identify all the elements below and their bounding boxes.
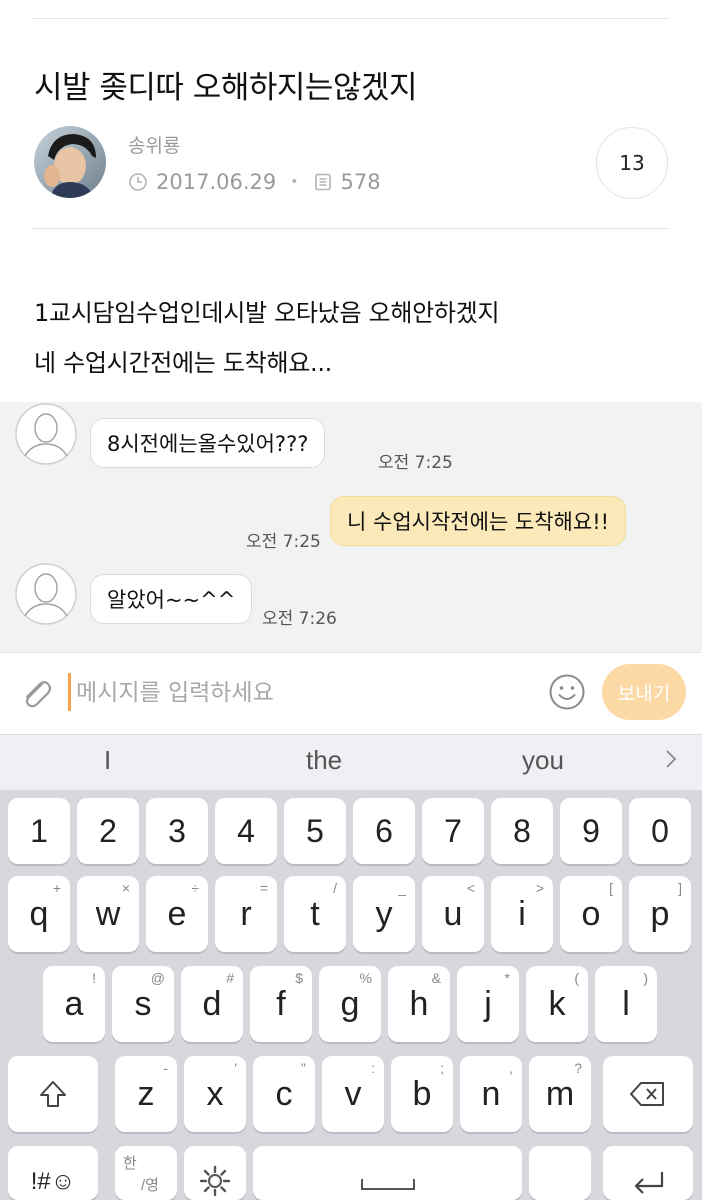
key[interactable]: 0 bbox=[629, 798, 691, 864]
key[interactable]: × w bbox=[77, 876, 139, 952]
message-time: 오전 7:25 bbox=[246, 532, 321, 552]
key[interactable]: (k bbox=[526, 966, 588, 1042]
key[interactable]: 6 bbox=[353, 798, 415, 864]
key[interactable]: % g bbox=[319, 966, 381, 1042]
symbols-key[interactable]: !#☺ bbox=[8, 1146, 98, 1200]
divider bbox=[32, 228, 668, 229]
key[interactable]: [o bbox=[560, 876, 622, 952]
key[interactable]: * j bbox=[457, 966, 519, 1042]
key[interactable]: ' x bbox=[184, 1056, 246, 1132]
post-body-line: 1교시담임수업인데시발 오타났음 오해안하겠지 bbox=[34, 299, 500, 327]
key[interactable]: ; b bbox=[391, 1056, 453, 1132]
author-avatar[interactable] bbox=[34, 126, 106, 198]
key[interactable]: ] p bbox=[629, 876, 691, 952]
key[interactable]: ! a bbox=[43, 966, 105, 1042]
enter-icon bbox=[634, 1172, 664, 1194]
key[interactable]: ,n bbox=[460, 1056, 522, 1132]
key[interactable]: ) l bbox=[595, 966, 657, 1042]
clock-icon bbox=[129, 173, 147, 191]
key[interactable]: _ y bbox=[353, 876, 415, 952]
key[interactable]: 4 bbox=[215, 798, 277, 864]
gear-icon bbox=[199, 1165, 231, 1197]
period-key[interactable] bbox=[529, 1146, 591, 1200]
views-icon bbox=[314, 173, 331, 191]
shift-icon bbox=[40, 1081, 66, 1107]
backspace-key[interactable] bbox=[603, 1056, 693, 1132]
key[interactable]: -z bbox=[115, 1056, 177, 1132]
message-bubble-sent: 니 수업시작전에는 도착해요!! bbox=[330, 496, 627, 546]
key[interactable]: ? m bbox=[529, 1056, 591, 1132]
key[interactable]: ÷ e bbox=[146, 876, 208, 952]
key[interactable]: / t bbox=[284, 876, 346, 952]
language-key[interactable]: 한 /영 bbox=[115, 1146, 177, 1200]
key[interactable]: :v bbox=[322, 1056, 384, 1132]
key[interactable]: < u bbox=[422, 876, 484, 952]
key[interactable]: $ f bbox=[250, 966, 312, 1042]
key[interactable]: + q bbox=[8, 876, 70, 952]
space-key[interactable] bbox=[253, 1146, 522, 1200]
key[interactable]: 7 bbox=[422, 798, 484, 864]
key[interactable]: @ s bbox=[112, 966, 174, 1042]
key[interactable]: 3 bbox=[146, 798, 208, 864]
key[interactable]: = r bbox=[215, 876, 277, 952]
settings-key[interactable] bbox=[184, 1146, 246, 1200]
post-title: 시발 좆디따 오해하지는않겠지 bbox=[34, 70, 417, 106]
key[interactable]: 1 bbox=[8, 798, 70, 864]
view-count: 578 bbox=[340, 170, 381, 194]
contact-avatar-icon[interactable] bbox=[14, 562, 78, 626]
send-button[interactable]: 보내기 bbox=[602, 664, 686, 720]
key[interactable]: 2 bbox=[77, 798, 139, 864]
key[interactable]: > i bbox=[491, 876, 553, 952]
key[interactable]: 8 bbox=[491, 798, 553, 864]
post-body-line: 네 수업시간전에는 도착해요... bbox=[34, 349, 333, 377]
backspace-icon bbox=[630, 1082, 664, 1106]
space-icon bbox=[360, 1179, 415, 1190]
key[interactable]: & h bbox=[388, 966, 450, 1042]
meta-dot: • bbox=[290, 174, 299, 190]
post-view: 시발 좆디따 오해하지는않겠지 송위룡 2017.06.29 • 578 13 … bbox=[0, 0, 702, 402]
chevron-right-icon[interactable] bbox=[660, 748, 682, 770]
divider bbox=[32, 18, 670, 19]
key[interactable]: " c bbox=[253, 1056, 315, 1132]
key[interactable]: 9 bbox=[560, 798, 622, 864]
author-name[interactable]: 송위룡 bbox=[128, 131, 180, 158]
suggestion-item[interactable]: I bbox=[104, 745, 111, 776]
attach-icon[interactable] bbox=[18, 675, 54, 711]
contact-avatar-icon[interactable] bbox=[14, 402, 78, 466]
post-date: 2017.06.29 bbox=[156, 170, 277, 194]
key[interactable]: 5 bbox=[284, 798, 346, 864]
suggestion-item[interactable]: the bbox=[306, 745, 342, 776]
message-bubble: 알았어~~^^ bbox=[90, 574, 253, 624]
message-input[interactable] bbox=[76, 676, 516, 710]
message-time: 오전 7:25 bbox=[378, 453, 453, 473]
comment-count-button[interactable]: 13 bbox=[596, 127, 668, 199]
shift-key[interactable] bbox=[8, 1056, 98, 1132]
key[interactable]: # d bbox=[181, 966, 243, 1042]
text-cursor bbox=[68, 673, 71, 711]
message-bubble: 8시전에는올수있어??? bbox=[90, 418, 326, 468]
message-time: 오전 7:26 bbox=[262, 609, 337, 629]
emoji-icon[interactable] bbox=[548, 673, 586, 711]
post-meta: 2017.06.29 • 578 bbox=[128, 170, 381, 194]
keyboard-suggestions: I the you bbox=[0, 734, 702, 790]
suggestion-item[interactable]: you bbox=[522, 745, 564, 776]
enter-key[interactable] bbox=[603, 1146, 693, 1200]
